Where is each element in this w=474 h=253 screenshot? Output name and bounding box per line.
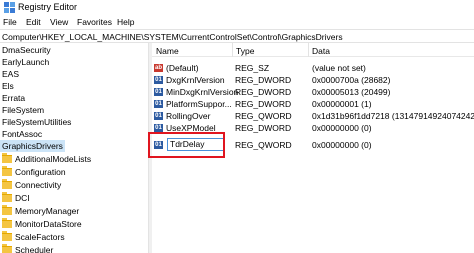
menu-bar: File Edit View Favorites Help xyxy=(0,15,474,29)
folder-icon xyxy=(2,166,12,176)
tree-item-label: DCI xyxy=(15,193,30,203)
key-tree[interactable]: DmaSecurity EarlyLaunch EAS Els Errata F… xyxy=(0,43,148,253)
tree-item-filesystemutilities[interactable]: FileSystemUtilities xyxy=(0,116,148,128)
binary-value-icon: 01 xyxy=(154,88,163,96)
tree-item-label: EAS xyxy=(2,69,20,79)
column-header-type[interactable]: Type xyxy=(236,46,254,56)
column-separator[interactable] xyxy=(232,43,233,57)
folder-icon xyxy=(2,231,12,241)
tree-item-memorymanager[interactable]: MemoryManager xyxy=(0,205,148,217)
value-name: (Default) xyxy=(166,63,199,73)
address-path[interactable]: Computer\HKEY_LOCAL_MACHINE\SYSTEM\Curre… xyxy=(2,32,343,42)
value-name: DxgKrnlVersion xyxy=(166,75,225,85)
column-header-name[interactable]: Name xyxy=(156,46,179,56)
tree-item-label: FileSystemUtilities xyxy=(2,117,72,127)
value-type: REG_DWORD xyxy=(235,87,292,97)
menu-help[interactable]: Help xyxy=(117,17,134,27)
folder-icon xyxy=(2,244,12,253)
value-name: PlatformSuppor... xyxy=(166,99,232,109)
menu-favorites[interactable]: Favorites xyxy=(77,17,112,27)
value-row[interactable]: 01 DxgKrnlVersion REG_DWORD 0x0000700a (… xyxy=(152,74,474,86)
string-value-icon: ab xyxy=(154,64,163,72)
value-data: 0x00005013 (20499) xyxy=(312,87,391,97)
value-row[interactable]: 01 PlatformSuppor... REG_DWORD 0x0000000… xyxy=(152,98,474,110)
tree-item-connectivity[interactable]: Connectivity xyxy=(0,179,148,191)
tree-item-errata[interactable]: Errata xyxy=(0,92,148,104)
value-data: 0x00000001 (1) xyxy=(312,99,372,109)
folder-icon xyxy=(2,153,12,163)
tree-item-label: ScaleFactors xyxy=(15,232,65,242)
column-separator[interactable] xyxy=(308,43,309,57)
menu-view[interactable]: View xyxy=(50,17,68,27)
value-type: REG_SZ xyxy=(235,63,270,73)
value-data: 0x1d31b96f1dd7218 (131479149240742424) xyxy=(312,111,474,121)
tree-item-monitordatastore[interactable]: MonitorDataStore xyxy=(0,218,148,230)
tree-item-label: MonitorDataStore xyxy=(15,219,82,229)
tree-item-els[interactable]: Els xyxy=(0,80,148,92)
tree-item-label: MemoryManager xyxy=(15,206,80,216)
binary-value-icon: 01 xyxy=(154,112,163,120)
value-row[interactable]: 01 MinDxgKrnlVersion REG_DWORD 0x0000501… xyxy=(152,86,474,98)
binary-value-icon: 01 xyxy=(154,76,163,84)
value-type: REG_DWORD xyxy=(235,99,292,109)
folder-icon xyxy=(2,218,12,228)
tree-item-label: DmaSecurity xyxy=(2,45,51,55)
value-data: 0x0000700a (28682) xyxy=(312,75,391,85)
tree-item-label: FileSystem xyxy=(2,105,45,115)
tree-item-fontassoc[interactable]: FontAssoc xyxy=(0,128,148,140)
folder-icon xyxy=(2,192,12,202)
tree-item-label: AdditionalModeLists xyxy=(15,154,92,164)
value-type: REG_QWORD xyxy=(235,140,292,150)
value-name: RollingOver xyxy=(166,111,211,121)
folder-icon xyxy=(2,179,12,189)
tree-item-dmasecurity[interactable]: DmaSecurity xyxy=(0,44,148,56)
tree-item-configuration[interactable]: Configuration xyxy=(0,166,148,178)
folder-icon xyxy=(2,205,12,215)
menu-file[interactable]: File xyxy=(3,17,17,27)
tree-item-label: FontAssoc xyxy=(2,129,43,139)
title-bar: Registry Editor xyxy=(0,0,474,15)
value-type: REG_DWORD xyxy=(235,75,292,85)
tree-item-earlylaunch[interactable]: EarlyLaunch xyxy=(0,56,148,68)
binary-value-icon: 01 xyxy=(154,100,163,108)
window-title: Registry Editor xyxy=(18,2,78,12)
binary-value-icon: 01 xyxy=(154,124,163,132)
tree-item-dci[interactable]: DCI xyxy=(0,192,148,204)
tree-item-eas[interactable]: EAS xyxy=(0,68,148,80)
menu-edit[interactable]: Edit xyxy=(26,17,41,27)
registry-editor-icon xyxy=(4,2,15,13)
tree-item-label: Errata xyxy=(2,93,26,103)
column-header-data[interactable]: Data xyxy=(312,46,330,56)
tree-item-scalefactors[interactable]: ScaleFactors xyxy=(0,231,148,243)
tree-item-label: Scheduler xyxy=(15,245,54,253)
column-header-row: Name Type Data xyxy=(152,43,474,57)
value-row[interactable]: ab (Default) REG_SZ (value not set) xyxy=(152,62,474,74)
tree-item-filesystem[interactable]: FileSystem xyxy=(0,104,148,116)
tree-item-graphicsdrivers[interactable]: GraphicsDrivers xyxy=(0,140,148,152)
value-data: 0x00000000 (0) xyxy=(312,123,372,133)
tree-item-additionalmodelists[interactable]: AdditionalModeLists xyxy=(0,153,148,165)
address-bar[interactable]: Computer\HKEY_LOCAL_MACHINE\SYSTEM\Curre… xyxy=(0,29,474,43)
tree-item-label: Connectivity xyxy=(15,180,62,190)
tree-item-label: Els xyxy=(2,81,14,91)
tree-item-label: EarlyLaunch xyxy=(2,57,50,67)
value-data: 0x00000000 (0) xyxy=(312,140,372,150)
tree-item-label: GraphicsDrivers xyxy=(0,140,65,152)
tree-item-label: Configuration xyxy=(15,167,66,177)
value-type: REG_QWORD xyxy=(235,111,292,121)
annotation-highlight-box xyxy=(148,132,225,158)
value-type: REG_DWORD xyxy=(235,123,292,133)
value-name: MinDxgKrnlVersion xyxy=(166,87,239,97)
value-data: (value not set) xyxy=(312,63,366,73)
tree-item-scheduler[interactable]: Scheduler xyxy=(0,244,148,253)
value-row[interactable]: 01 RollingOver REG_QWORD 0x1d31b96f1dd72… xyxy=(152,110,474,122)
